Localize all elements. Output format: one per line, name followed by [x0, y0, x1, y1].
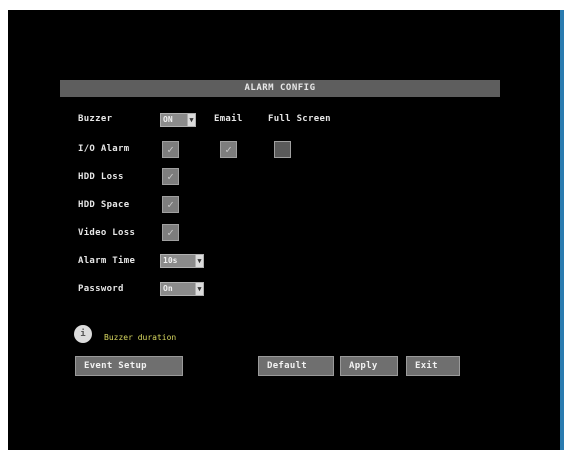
io-alarm-label: I/O Alarm — [78, 144, 130, 154]
check-icon: ✓ — [167, 198, 174, 211]
check-icon: ✓ — [167, 170, 174, 183]
hdd-loss-label: HDD Loss — [78, 172, 124, 182]
io-alarm-checkbox[interactable]: ✓ — [162, 141, 179, 158]
email-column-label: Email — [214, 114, 243, 124]
apply-button[interactable]: Apply — [340, 356, 398, 376]
default-button[interactable]: Default — [258, 356, 334, 376]
hdd-loss-checkbox[interactable]: ✓ — [162, 168, 179, 185]
video-loss-label: Video Loss — [78, 228, 136, 238]
check-icon: ✓ — [167, 143, 174, 156]
password-select-value: On — [163, 284, 173, 293]
chevron-down-icon: ▼ — [195, 254, 204, 268]
hdd-space-label: HDD Space — [78, 200, 130, 210]
panel-title: ALARM CONFIG — [60, 80, 500, 97]
alarm-time-select-value: 10s — [163, 256, 178, 265]
info-icon: i — [74, 325, 92, 343]
password-label: Password — [78, 284, 124, 294]
event-setup-button[interactable]: Event Setup — [75, 356, 183, 376]
io-alarm-email-checkbox[interactable]: ✓ — [220, 141, 237, 158]
io-alarm-fullscreen-checkbox[interactable] — [274, 141, 291, 158]
password-select[interactable]: On ▼ — [160, 282, 204, 296]
alarm-time-label: Alarm Time — [78, 256, 136, 266]
check-icon: ✓ — [225, 143, 232, 156]
exit-button[interactable]: Exit — [406, 356, 460, 376]
hdd-space-checkbox[interactable]: ✓ — [162, 196, 179, 213]
chevron-down-icon: ▼ — [187, 113, 196, 127]
alarm-time-select[interactable]: 10s ▼ — [160, 254, 204, 268]
check-icon: ✓ — [167, 226, 174, 239]
buzzer-select[interactable]: ON ▼ — [160, 113, 196, 127]
hint-text: Buzzer duration — [104, 333, 177, 342]
fullscreen-column-label: Full Screen — [268, 114, 331, 124]
buzzer-select-value: ON — [163, 115, 173, 124]
buzzer-label: Buzzer — [78, 114, 113, 124]
chevron-down-icon: ▼ — [195, 282, 204, 296]
video-loss-checkbox[interactable]: ✓ — [162, 224, 179, 241]
